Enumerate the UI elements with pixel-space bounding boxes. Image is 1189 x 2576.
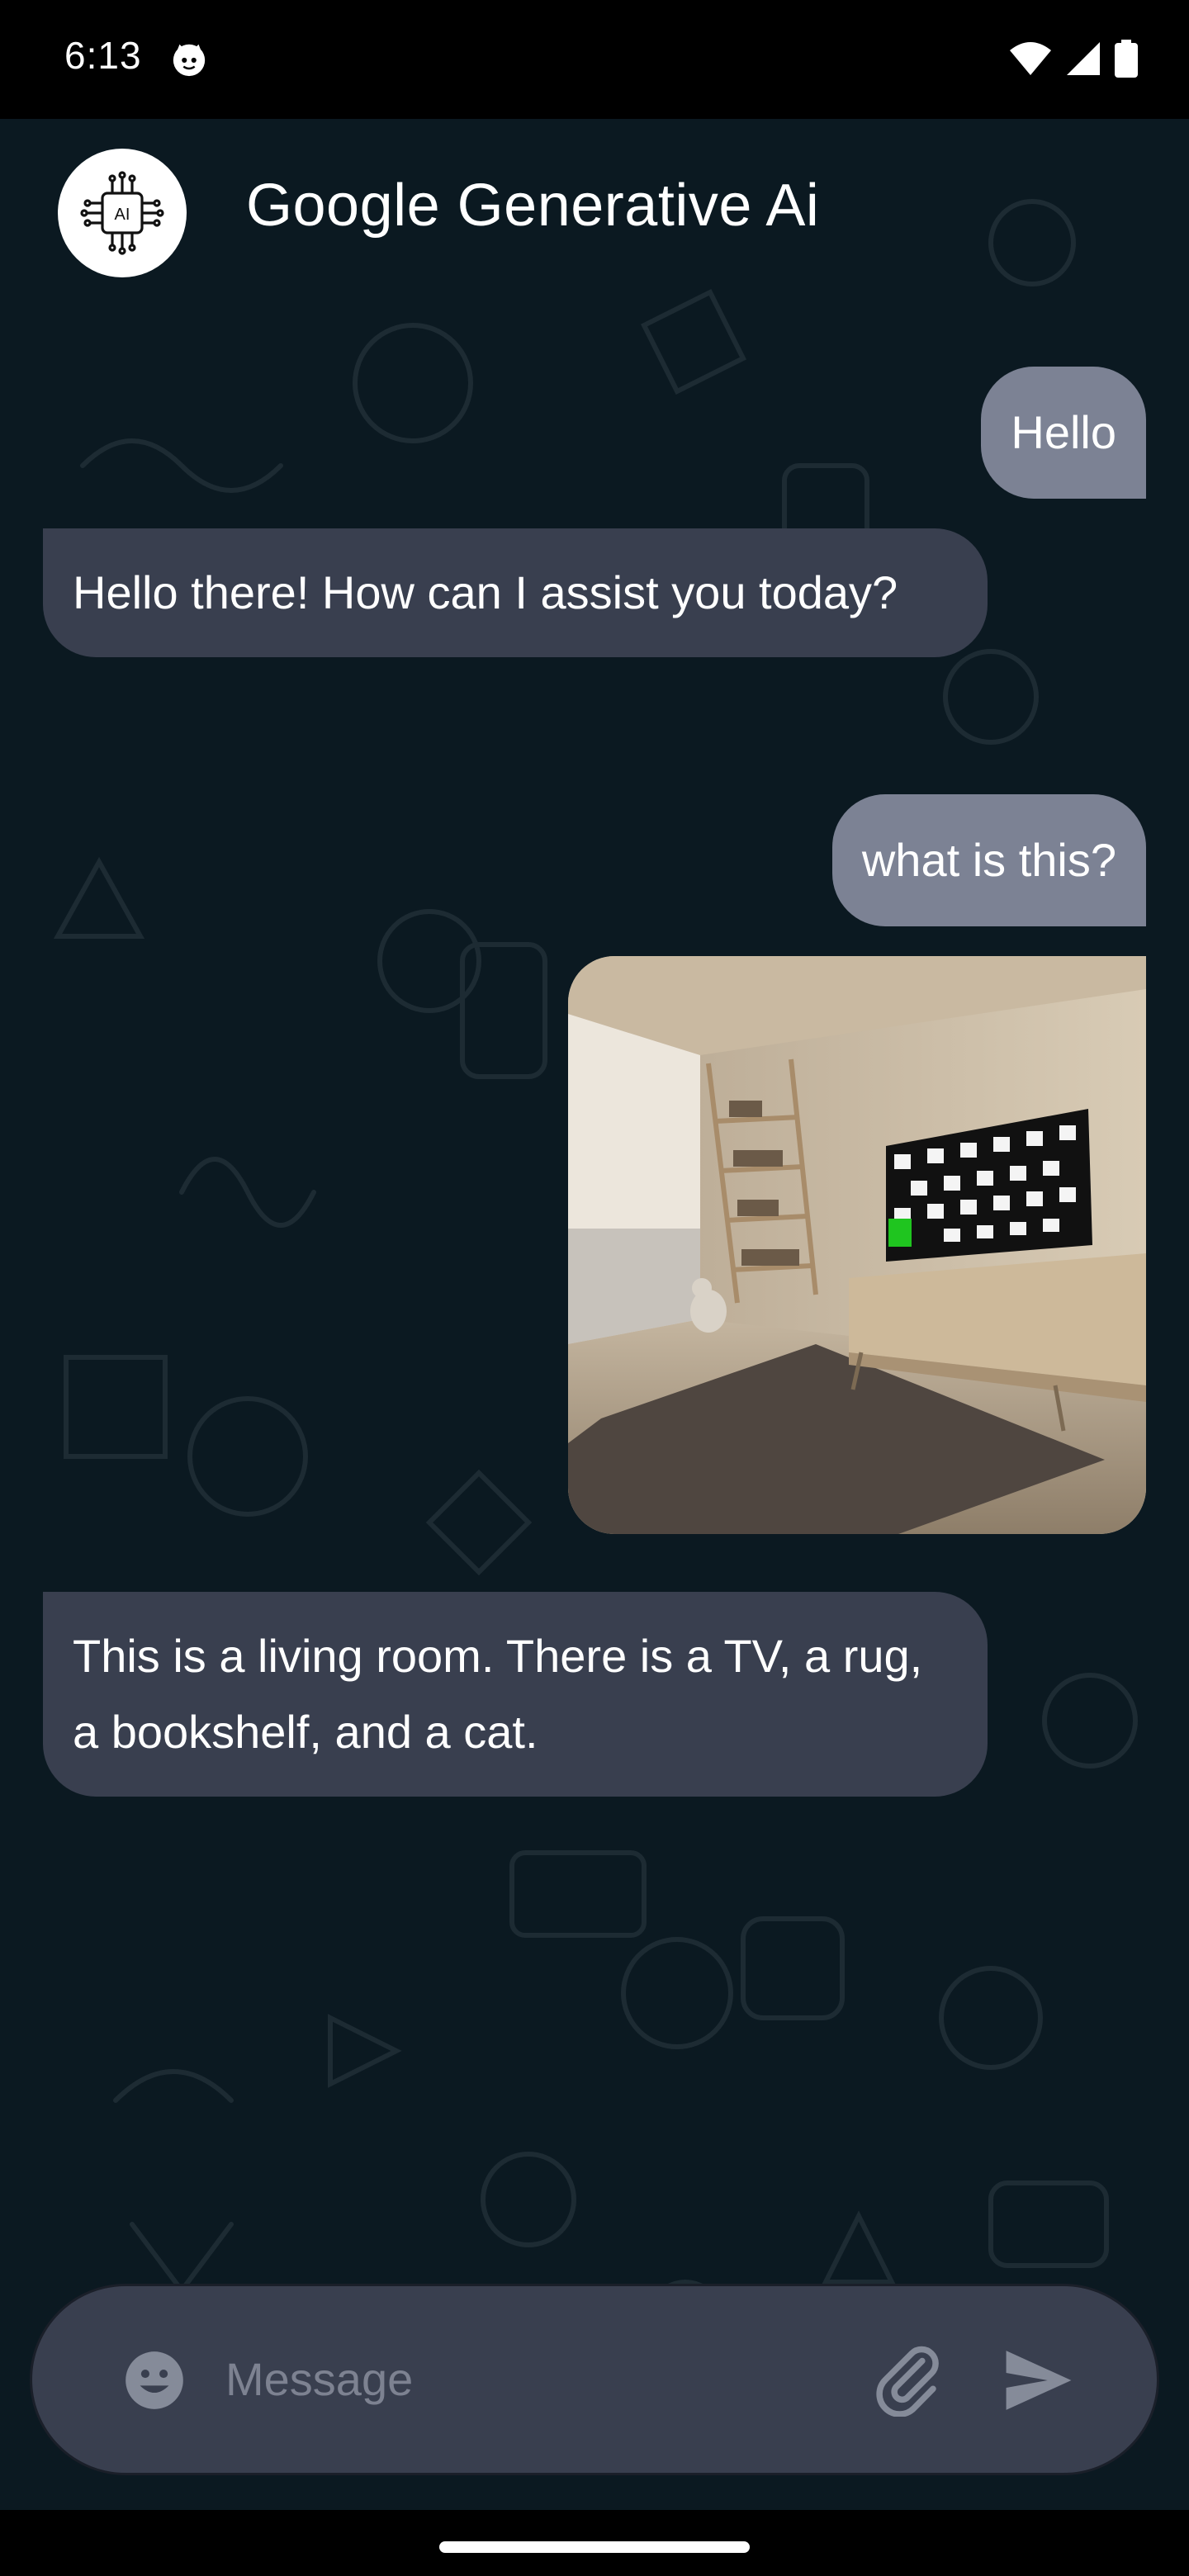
message-user-2[interactable]: what is this? <box>831 794 1146 926</box>
emoji-icon[interactable] <box>123 2349 186 2412</box>
status-time: 6:13 <box>64 34 142 77</box>
chat-header: AI Google Generative Ai <box>0 119 1189 309</box>
status-bar: 6:13 <box>0 0 1189 119</box>
message-image[interactable] <box>568 956 1146 1534</box>
message-input[interactable]: Message <box>225 2352 413 2406</box>
attach-icon[interactable] <box>871 2342 945 2417</box>
status-icons <box>1009 40 1138 78</box>
ai-avatar[interactable]: AI <box>58 149 187 277</box>
avatar-text: AI <box>115 206 130 224</box>
message-text: Hello there! How can I assist you today? <box>73 566 898 618</box>
send-icon[interactable] <box>1003 2347 1074 2413</box>
wifi-icon <box>1010 42 1051 75</box>
cell-signal-icon <box>1067 42 1100 75</box>
message-text: what is this? <box>861 834 1116 886</box>
message-bot-2[interactable]: This is a living room. There is a TV, a … <box>43 1592 988 1797</box>
living-room-photo <box>568 956 1146 1534</box>
message-input-bar: Message <box>30 2284 1159 2475</box>
message-bot-1[interactable]: Hello there! How can I assist you today? <box>43 528 988 657</box>
navigation-bar <box>0 2510 1189 2576</box>
battery-icon <box>1115 40 1138 78</box>
message-text: This is a living room. There is a TV, a … <box>73 1630 923 1758</box>
message-text: Hello <box>1011 406 1116 458</box>
ai-chip-icon: AI <box>80 171 164 255</box>
message-user-1[interactable]: Hello <box>981 367 1146 499</box>
notification-face-icon <box>173 44 206 77</box>
home-handle[interactable] <box>439 2541 750 2553</box>
chat-title: Google Generative Ai <box>246 173 820 239</box>
